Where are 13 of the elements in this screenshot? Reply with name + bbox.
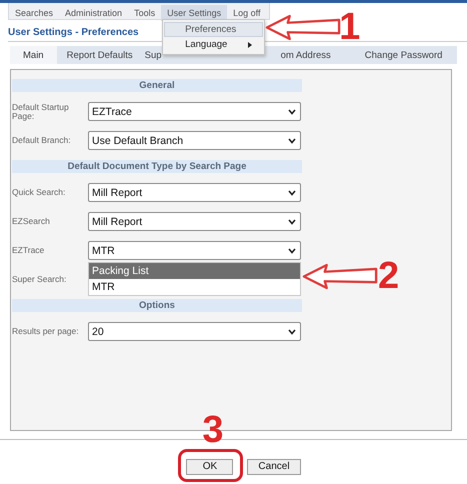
annotation-number: 2	[378, 257, 400, 295]
section-header: Default Document Type by Search Page	[12, 160, 302, 173]
annotation-number: 1	[339, 8, 360, 46]
section-header: General	[12, 79, 302, 92]
field-label: Default Branch:	[12, 136, 72, 145]
field-label: Default Startup Page:	[12, 102, 70, 120]
annotation-number: 3	[202, 411, 224, 449]
section-header: Options	[12, 299, 302, 312]
field-label: EZSearch	[12, 217, 51, 226]
field-label: EZTrace	[12, 246, 46, 255]
field-label: Results per page:	[12, 327, 80, 336]
field-label: Quick Search:	[12, 188, 66, 197]
field-label: Super Search:	[12, 275, 68, 284]
